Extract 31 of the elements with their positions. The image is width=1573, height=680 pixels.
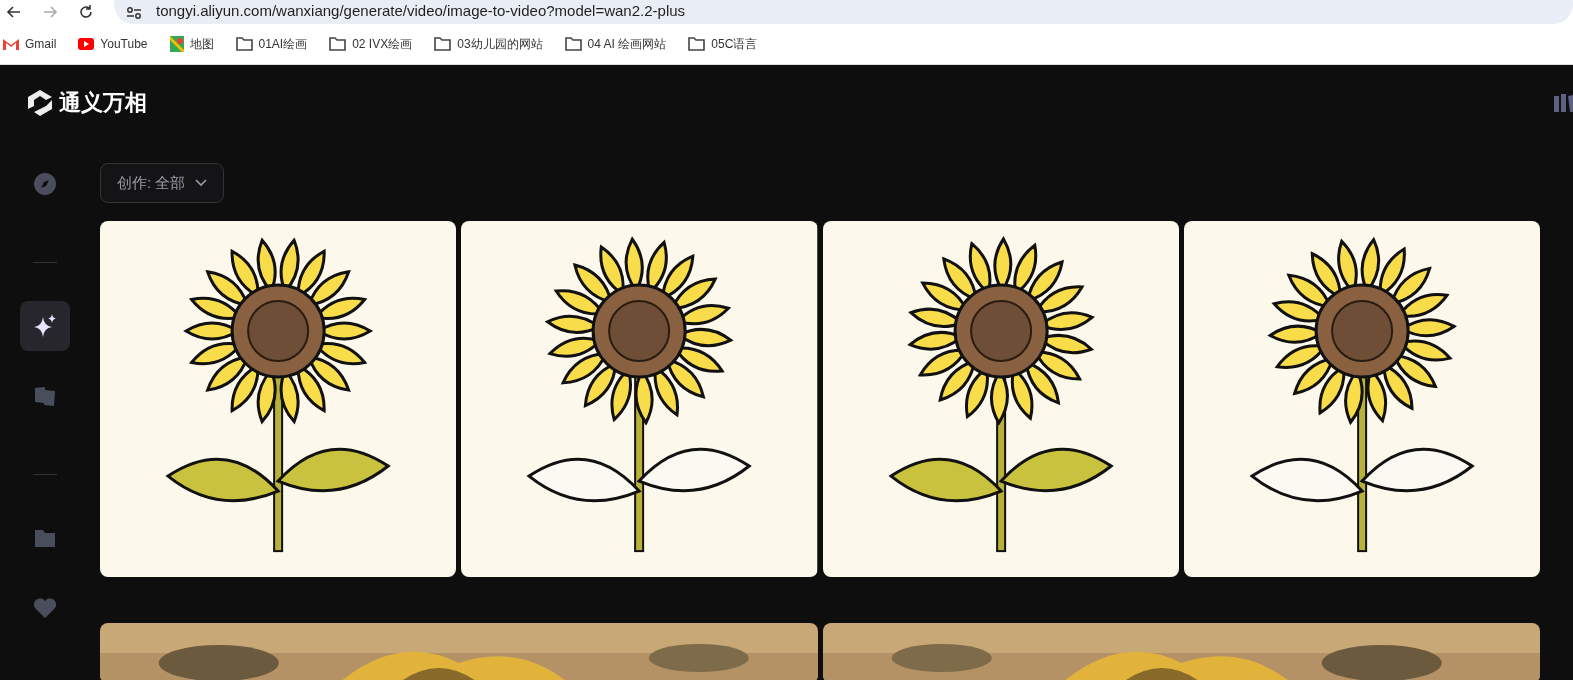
url-text: tongyi.aliyun.com/wanxiang/generate/video/image-to-video?model=wan2.2-plus (156, 2, 686, 19)
address-bar[interactable]: tongyi.aliyun.com/wanxiang/generate/video/image-to-video?model=wan2.2-plus (114, 0, 1573, 24)
logo-text: 通义万相 (59, 89, 147, 117)
folder-icon (564, 37, 582, 51)
chevron-down-icon (195, 179, 208, 187)
bookmark[interactable]: 05C语言 (688, 35, 758, 53)
back-icon[interactable] (6, 4, 22, 20)
logo-icon (25, 88, 55, 118)
folder-icon (434, 37, 452, 51)
bookmark[interactable]: 地图 (169, 35, 214, 53)
map-icon (169, 36, 184, 52)
bookmark[interactable]: 02 IVX绘画 (329, 35, 413, 53)
folder-icon (329, 37, 347, 51)
reload-icon[interactable] (78, 4, 94, 20)
bookmark[interactable]: 03幼儿园的网站 (434, 35, 543, 53)
sidebar-item[interactable] (20, 301, 70, 351)
mail-icon (3, 38, 19, 50)
bookmark[interactable]: Gmail (3, 37, 57, 51)
cards-icon (33, 384, 57, 408)
folder-icon (34, 528, 56, 548)
play-icon (78, 38, 95, 50)
bookmark[interactable]: 01AI绘画 (235, 35, 308, 53)
folder-icon (235, 37, 253, 51)
folder-icon (688, 37, 706, 51)
bookmark[interactable]: 04 AI 绘画网站 (564, 35, 667, 53)
site-settings-icon[interactable] (126, 7, 142, 19)
book-icon[interactable] (1553, 92, 1573, 114)
heart-icon (33, 597, 57, 619)
bookmark[interactable]: YouTube (78, 37, 148, 51)
filter-dropdown[interactable]: 创作: 全部 (100, 163, 225, 203)
compass-icon (33, 172, 57, 196)
